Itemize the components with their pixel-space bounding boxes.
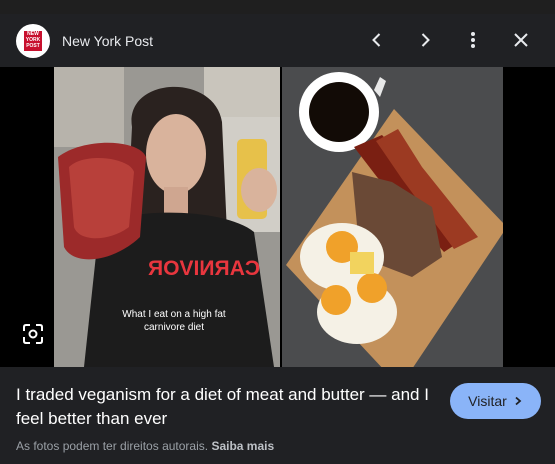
learn-more-link[interactable]: Saiba mais <box>211 439 274 453</box>
previous-icon[interactable] <box>367 30 387 50</box>
logo-word-3: POST <box>26 43 40 49</box>
visit-label: Visitar <box>468 393 507 409</box>
woman-photo: CARNIVOR What I eat on a high fat carniv… <box>54 67 280 367</box>
food-photo <box>282 67 503 367</box>
more-vert-icon[interactable] <box>463 30 483 50</box>
chevron-right-icon <box>515 396 522 406</box>
image-viewer-header: NEW YORK POST New York Post <box>0 14 555 67</box>
copyright-notice: As fotos podem ter direitos autorais. Sa… <box>16 439 274 453</box>
food-illustration <box>282 67 503 367</box>
visit-button[interactable]: Visitar <box>450 383 541 419</box>
source-name[interactable]: New York Post <box>62 33 153 49</box>
caption-line-2: carnivore diet <box>144 322 204 333</box>
woman-illustration: CARNIVOR What I eat on a high fat carniv… <box>54 67 280 367</box>
caption-line-1: What I eat on a high fat <box>122 309 226 320</box>
google-lens-icon[interactable] <box>22 323 44 345</box>
close-icon[interactable] <box>511 30 531 50</box>
new-york-post-logo-mark: NEW YORK POST <box>24 31 42 51</box>
shirt-text: CARNIVOR <box>148 257 260 280</box>
next-icon[interactable] <box>415 30 435 50</box>
source-logo[interactable]: NEW YORK POST <box>16 24 50 58</box>
copyright-text: As fotos podem ter direitos autorais. <box>16 439 209 453</box>
preview-image[interactable]: CARNIVOR What I eat on a high fat carniv… <box>0 67 555 367</box>
result-title[interactable]: I traded veganism for a diet of meat and… <box>16 383 436 431</box>
result-details: I traded veganism for a diet of meat and… <box>0 367 555 464</box>
